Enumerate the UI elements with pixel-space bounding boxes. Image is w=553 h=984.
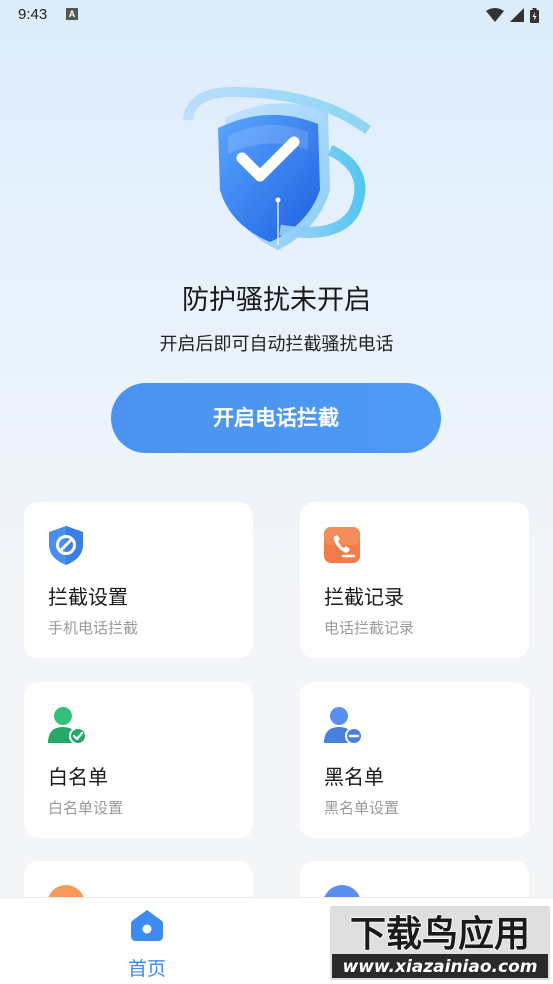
card-subtitle: 黑名单设置 (324, 799, 400, 817)
shield-check-illustration (180, 80, 375, 255)
card-title: 拦截设置 (48, 585, 128, 609)
protection-status-title: 防护骚扰未开启 (182, 285, 371, 316)
card-title: 拦截记录 (324, 585, 404, 609)
user-check-icon (47, 705, 87, 745)
svg-text:下载鸟应用: 下载鸟应用 (350, 914, 530, 955)
shield-block-icon (47, 525, 85, 565)
card-block-records[interactable]: 拦截记录 电话拦截记录 (300, 502, 529, 658)
card-subtitle: 手机电话拦截 (48, 619, 139, 637)
phone-record-icon (323, 525, 361, 565)
status-icons (486, 6, 539, 24)
wifi-icon (486, 8, 504, 22)
home-icon (131, 910, 163, 941)
notification-icon: A (66, 8, 78, 20)
card-subtitle: 白名单设置 (48, 799, 124, 817)
protection-status-subtitle: 开启后即可自动拦截骚扰电话 (159, 334, 394, 355)
battery-icon (530, 7, 539, 23)
status-time: 9:43 (18, 6, 48, 23)
nav-home-label: 首页 (127, 958, 166, 980)
card-whitelist[interactable]: 白名单 白名单设置 (24, 682, 253, 838)
watermark-logo: 下载鸟应用 www.xiazainiao.com (330, 906, 550, 980)
card-block-settings[interactable]: 拦截设置 手机电话拦截 (24, 502, 253, 658)
enable-call-block-button[interactable]: 开启电话拦截 (111, 383, 441, 453)
user-minus-icon (323, 705, 363, 745)
card-title: 黑名单 (324, 765, 384, 789)
card-title: 白名单 (48, 765, 108, 789)
card-subtitle: 电话拦截记录 (324, 619, 415, 637)
svg-text:www.xiazainiao.com: www.xiazainiao.com (343, 957, 538, 977)
status-bar: 9:43 A (0, 0, 553, 32)
card-blacklist[interactable]: 黑名单 黑名单设置 (300, 682, 529, 838)
nav-home[interactable]: 首页 (112, 906, 182, 981)
signal-icon (510, 8, 524, 22)
